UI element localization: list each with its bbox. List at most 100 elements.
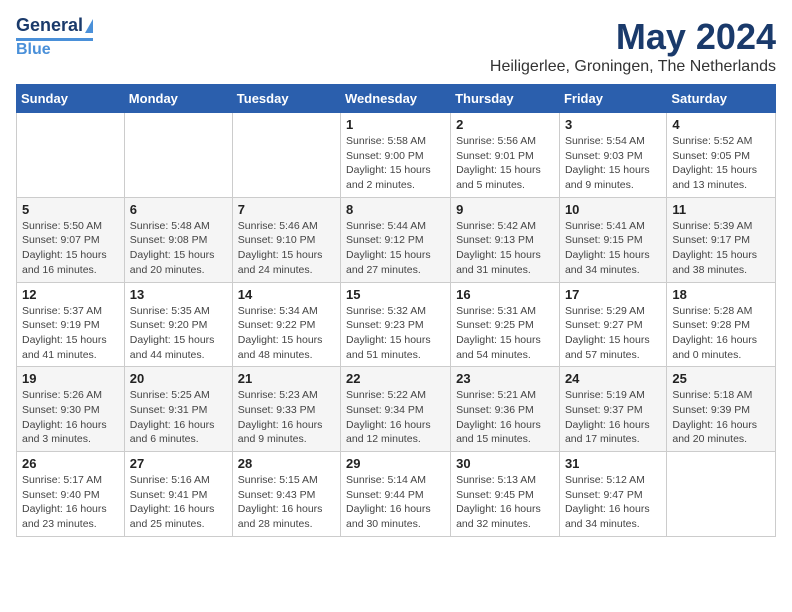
day-number: 22 — [346, 371, 445, 386]
day-info: Sunrise: 5:22 AM Sunset: 9:34 PM Dayligh… — [346, 388, 445, 447]
day-info: Sunrise: 5:35 AM Sunset: 9:20 PM Dayligh… — [130, 304, 227, 363]
day-number: 15 — [346, 287, 445, 302]
day-info: Sunrise: 5:18 AM Sunset: 9:39 PM Dayligh… — [672, 388, 770, 447]
day-number: 6 — [130, 202, 227, 217]
calendar-cell: 29Sunrise: 5:14 AM Sunset: 9:44 PM Dayli… — [341, 452, 451, 537]
calendar-cell: 24 Sunrise: 5:19 AM Sunset: 9:37 PM Dayli… — [559, 367, 666, 452]
day-info: Sunrise: 5:58 AM Sunset: 9:00 PM Dayligh… — [346, 134, 445, 193]
day-number: 14 — [238, 287, 335, 302]
day-number: 2 — [456, 117, 554, 132]
day-number: 21 — [238, 371, 335, 386]
header-saturday: Saturday — [667, 85, 776, 113]
calendar-cell — [124, 113, 232, 198]
calendar-cell: 14 Sunrise: 5:34 AM Sunset: 9:22 PM Dayli… — [232, 282, 340, 367]
header-wednesday: Wednesday — [341, 85, 451, 113]
calendar-table: SundayMondayTuesdayWednesdayThursdayFrid… — [16, 84, 776, 537]
day-number: 10 — [565, 202, 661, 217]
title-area: May 2024 Heiligerlee, Groningen, The Net… — [490, 16, 776, 76]
day-info: Sunrise: 5:15 AM Sunset: 9:43 PM Dayligh… — [238, 473, 335, 532]
day-info: Sunrise: 5:17 AM Sunset: 9:40 PM Dayligh… — [22, 473, 119, 532]
calendar-cell: 13 Sunrise: 5:35 AM Sunset: 9:20 PM Dayli… — [124, 282, 232, 367]
day-number: 16 — [456, 287, 554, 302]
day-info: Sunrise: 5:54 AM Sunset: 9:03 PM Dayligh… — [565, 134, 661, 193]
calendar-cell: 22 Sunrise: 5:22 AM Sunset: 9:34 PM Dayli… — [341, 367, 451, 452]
header-friday: Friday — [559, 85, 666, 113]
header-thursday: Thursday — [451, 85, 560, 113]
day-number: 7 — [238, 202, 335, 217]
calendar-cell: 8Sunrise: 5:44 AM Sunset: 9:12 PM Daylig… — [341, 197, 451, 282]
day-info: Sunrise: 5:19 AM Sunset: 9:37 PM Dayligh… — [565, 388, 661, 447]
day-number: 24 — [565, 371, 661, 386]
calendar-cell: 18 Sunrise: 5:28 AM Sunset: 9:28 PM Dayli… — [667, 282, 776, 367]
day-number: 27 — [130, 456, 227, 471]
day-number: 4 — [672, 117, 770, 132]
calendar-cell: 10 Sunrise: 5:41 AM Sunset: 9:15 PM Dayli… — [559, 197, 666, 282]
calendar-cell: 27 Sunrise: 5:16 AM Sunset: 9:41 PM Dayli… — [124, 452, 232, 537]
day-number: 11 — [672, 202, 770, 217]
calendar-cell: 19 Sunrise: 5:26 AM Sunset: 9:30 PM Dayli… — [17, 367, 125, 452]
day-info: Sunrise: 5:46 AM Sunset: 9:10 PM Dayligh… — [238, 219, 335, 278]
day-number: 13 — [130, 287, 227, 302]
day-number: 9 — [456, 202, 554, 217]
day-info: Sunrise: 5:32 AM Sunset: 9:23 PM Dayligh… — [346, 304, 445, 363]
day-info: Sunrise: 5:23 AM Sunset: 9:33 PM Dayligh… — [238, 388, 335, 447]
day-info: Sunrise: 5:41 AM Sunset: 9:15 PM Dayligh… — [565, 219, 661, 278]
calendar-cell: 12 Sunrise: 5:37 AM Sunset: 9:19 PM Dayli… — [17, 282, 125, 367]
day-info: Sunrise: 5:13 AM Sunset: 9:45 PM Dayligh… — [456, 473, 554, 532]
day-info: Sunrise: 5:16 AM Sunset: 9:41 PM Dayligh… — [130, 473, 227, 532]
calendar-cell: 1 Sunrise: 5:58 AM Sunset: 9:00 PM Daylig… — [341, 113, 451, 198]
day-number: 12 — [22, 287, 119, 302]
day-number: 25 — [672, 371, 770, 386]
day-info: Sunrise: 5:39 AM Sunset: 9:17 PM Dayligh… — [672, 219, 770, 278]
day-number: 18 — [672, 287, 770, 302]
calendar-cell: 28Sunrise: 5:15 AM Sunset: 9:43 PM Dayli… — [232, 452, 340, 537]
calendar-cell: 15 Sunrise: 5:32 AM Sunset: 9:23 PM Dayli… — [341, 282, 451, 367]
logo-text-blue: Blue — [16, 41, 51, 59]
day-number: 20 — [130, 371, 227, 386]
calendar-week-3: 12 Sunrise: 5:37 AM Sunset: 9:19 PM Dayli… — [17, 282, 776, 367]
day-number: 31 — [565, 456, 661, 471]
calendar-week-1: 1 Sunrise: 5:58 AM Sunset: 9:00 PM Daylig… — [17, 113, 776, 198]
logo: General Blue — [16, 16, 93, 58]
day-number: 23 — [456, 371, 554, 386]
calendar-cell: 25 Sunrise: 5:18 AM Sunset: 9:39 PM Dayli… — [667, 367, 776, 452]
day-info: Sunrise: 5:42 AM Sunset: 9:13 PM Dayligh… — [456, 219, 554, 278]
calendar-cell: 17Sunrise: 5:29 AM Sunset: 9:27 PM Dayli… — [559, 282, 666, 367]
calendar-cell: 23 Sunrise: 5:21 AM Sunset: 9:36 PM Dayli… — [451, 367, 560, 452]
location-title: Heiligerlee, Groningen, The Netherlands — [490, 58, 776, 76]
day-info: Sunrise: 5:21 AM Sunset: 9:36 PM Dayligh… — [456, 388, 554, 447]
logo-text-general: General — [16, 16, 83, 36]
day-number: 26 — [22, 456, 119, 471]
day-number: 19 — [22, 371, 119, 386]
calendar-cell — [232, 113, 340, 198]
day-number: 30 — [456, 456, 554, 471]
day-number: 1 — [346, 117, 445, 132]
calendar-cell: 2 Sunrise: 5:56 AM Sunset: 9:01 PM Daylig… — [451, 113, 560, 198]
day-info: Sunrise: 5:34 AM Sunset: 9:22 PM Dayligh… — [238, 304, 335, 363]
header-tuesday: Tuesday — [232, 85, 340, 113]
calendar-cell: 30 Sunrise: 5:13 AM Sunset: 9:45 PM Dayli… — [451, 452, 560, 537]
calendar-cell: 4 Sunrise: 5:52 AM Sunset: 9:05 PM Daylig… — [667, 113, 776, 198]
header-monday: Monday — [124, 85, 232, 113]
calendar-cell — [17, 113, 125, 198]
day-info: Sunrise: 5:26 AM Sunset: 9:30 PM Dayligh… — [22, 388, 119, 447]
header-row: SundayMondayTuesdayWednesdayThursdayFrid… — [17, 85, 776, 113]
day-info: Sunrise: 5:52 AM Sunset: 9:05 PM Dayligh… — [672, 134, 770, 193]
calendar-cell: 3Sunrise: 5:54 AM Sunset: 9:03 PM Daylig… — [559, 113, 666, 198]
day-number: 8 — [346, 202, 445, 217]
calendar-cell: 16Sunrise: 5:31 AM Sunset: 9:25 PM Dayli… — [451, 282, 560, 367]
logo-icon — [85, 19, 93, 33]
calendar-cell: 7 Sunrise: 5:46 AM Sunset: 9:10 PM Daylig… — [232, 197, 340, 282]
day-info: Sunrise: 5:48 AM Sunset: 9:08 PM Dayligh… — [130, 219, 227, 278]
day-number: 17 — [565, 287, 661, 302]
month-title: May 2024 — [490, 16, 776, 58]
day-info: Sunrise: 5:56 AM Sunset: 9:01 PM Dayligh… — [456, 134, 554, 193]
calendar-cell: 21 Sunrise: 5:23 AM Sunset: 9:33 PM Dayli… — [232, 367, 340, 452]
day-info: Sunrise: 5:28 AM Sunset: 9:28 PM Dayligh… — [672, 304, 770, 363]
day-info: Sunrise: 5:37 AM Sunset: 9:19 PM Dayligh… — [22, 304, 119, 363]
calendar-cell: 11 Sunrise: 5:39 AM Sunset: 9:17 PM Dayli… — [667, 197, 776, 282]
calendar-cell: 31Sunrise: 5:12 AM Sunset: 9:47 PM Dayli… — [559, 452, 666, 537]
calendar-week-5: 26 Sunrise: 5:17 AM Sunset: 9:40 PM Dayli… — [17, 452, 776, 537]
calendar-week-2: 5Sunrise: 5:50 AM Sunset: 9:07 PM Daylig… — [17, 197, 776, 282]
calendar-cell: 9 Sunrise: 5:42 AM Sunset: 9:13 PM Daylig… — [451, 197, 560, 282]
